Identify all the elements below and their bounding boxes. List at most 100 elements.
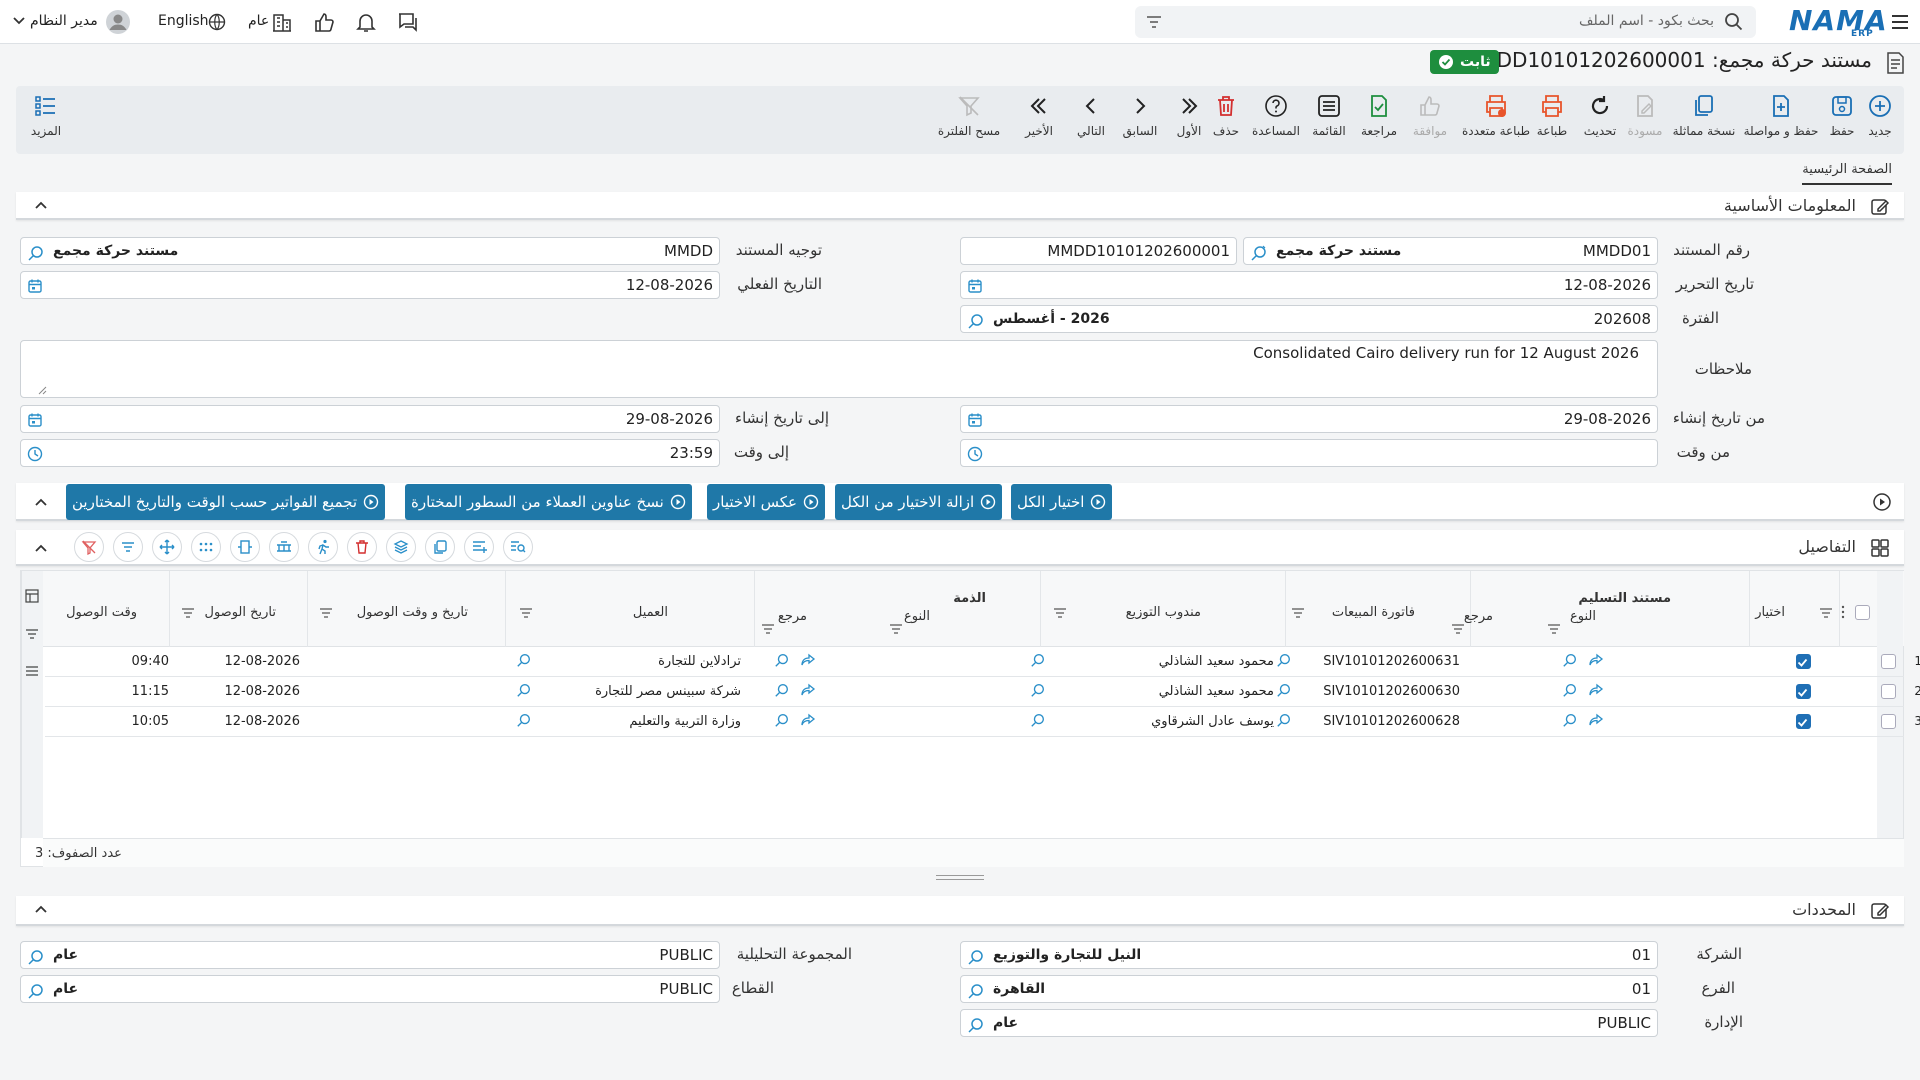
thumbs-up-icon[interactable] <box>312 10 336 34</box>
layers-icon[interactable] <box>386 532 416 562</box>
basic-info-header[interactable]: المعلومات الأساسية <box>16 192 1904 220</box>
new-button[interactable]: جديد <box>1858 92 1902 150</box>
column-filter-icon[interactable] <box>1291 607 1305 619</box>
more-button[interactable]: المزيد <box>26 92 66 150</box>
col-arrival-time[interactable]: وقت الوصول <box>66 605 137 620</box>
save-button[interactable]: حفظ <box>1822 92 1862 150</box>
actual-date-field[interactable]: 12-08-2026 <box>20 271 720 299</box>
col-type2[interactable]: النوع <box>904 609 930 624</box>
lookup-icon[interactable] <box>1276 682 1292 698</box>
bell-icon[interactable] <box>354 10 378 34</box>
col-select[interactable]: اختيار <box>1755 605 1785 620</box>
tab-main[interactable]: الصفحة الرئيسية <box>1802 162 1892 185</box>
lookup-icon[interactable] <box>1276 652 1292 668</box>
calendar-icon[interactable] <box>967 278 983 294</box>
analytic-group-field[interactable]: PUBLIC عام <box>20 941 720 969</box>
share-icon[interactable] <box>800 682 816 698</box>
notes-textarea[interactable]: Consolidated Cairo delivery run for 12 A… <box>20 340 1658 398</box>
print-button[interactable]: طباعة <box>1530 92 1574 150</box>
save-and-continue-button[interactable]: حفظ و مواصلة <box>1736 92 1826 150</box>
chat-icon[interactable] <box>396 10 420 34</box>
share-icon[interactable] <box>1588 712 1604 728</box>
chevron-up-icon[interactable] <box>34 198 48 212</box>
lookup-icon[interactable] <box>774 682 790 698</box>
select-all-button[interactable]: اختيار الكل <box>1011 484 1113 520</box>
col-type[interactable]: النوع <box>1570 609 1596 624</box>
column-filter-icon[interactable] <box>1053 607 1067 619</box>
approve-button[interactable]: موافقة <box>1404 92 1456 150</box>
lookup-icon[interactable] <box>1562 682 1578 698</box>
share-icon[interactable] <box>1588 652 1604 668</box>
lookup-icon[interactable] <box>967 312 985 330</box>
select-checkbox[interactable] <box>1796 714 1811 729</box>
customer-cell[interactable]: وزارة التربية والتعليم <box>629 714 741 729</box>
to-time-field[interactable]: 23:59 <box>20 439 720 467</box>
column-filter-icon[interactable] <box>519 607 533 619</box>
row-checkbox[interactable] <box>1881 684 1896 699</box>
previous-button[interactable]: السابق <box>1120 92 1160 150</box>
arrival-date-cell[interactable]: 12-08-2026 <box>224 684 300 699</box>
share-icon[interactable] <box>1588 682 1604 698</box>
lookup-icon[interactable] <box>516 682 532 698</box>
share-icon[interactable] <box>800 652 816 668</box>
invoice-cell[interactable]: SIV10101202600630 <box>1323 684 1460 699</box>
lookup-icon[interactable] <box>1276 712 1292 728</box>
lookup-icon[interactable] <box>1562 712 1578 728</box>
select-checkbox[interactable] <box>1796 684 1811 699</box>
user-name[interactable]: مدير النظام <box>30 13 98 29</box>
column-filter-icon[interactable] <box>1451 623 1465 635</box>
column-filter-icon[interactable] <box>1819 607 1833 619</box>
invoice-cell[interactable]: SIV10101202600631 <box>1323 654 1460 669</box>
table-settings-icon[interactable] <box>25 589 39 603</box>
dots-grid-icon[interactable] <box>191 532 221 562</box>
move-icon[interactable] <box>152 532 182 562</box>
panel-resize-handle[interactable] <box>936 875 984 880</box>
calendar-icon[interactable] <box>27 278 43 294</box>
trash-icon[interactable] <box>347 532 377 562</box>
arrival-time-cell[interactable]: 11:15 <box>132 684 169 699</box>
calendar-icon[interactable] <box>967 412 983 428</box>
clear-filter-button[interactable]: مسح الفلترة <box>934 92 1004 150</box>
select-all-checkbox[interactable] <box>1855 605 1870 620</box>
first-button[interactable]: الأول <box>1172 92 1206 150</box>
language-switch[interactable]: English <box>158 13 209 29</box>
table-row[interactable]: 3 SIV10101202600628 يوسف عادل الشرقاوي وزار… <box>45 707 1920 737</box>
from-time-field[interactable] <box>960 439 1658 467</box>
col-customer[interactable]: العميل <box>633 605 668 620</box>
rep-cell[interactable]: محمود سعيد الشاذلي <box>1159 684 1274 699</box>
copy-icon[interactable] <box>425 532 455 562</box>
row-checkbox[interactable] <box>1881 654 1896 669</box>
company-field[interactable]: 01 النيل للتجارة والتوزيع <box>960 941 1658 969</box>
filter-icon[interactable] <box>1145 13 1163 31</box>
arrival-date-cell[interactable]: 12-08-2026 <box>224 714 300 729</box>
group-invoices-button[interactable]: تجميع الفواتير حسب الوقت والتاريخ المختا… <box>66 484 386 520</box>
column-filter-icon[interactable] <box>319 607 333 619</box>
resize-handle-icon[interactable] <box>37 385 47 395</box>
select-checkbox[interactable] <box>1796 654 1811 669</box>
arrival-time-cell[interactable]: 10:05 <box>132 714 169 729</box>
last-button[interactable]: الأخير <box>1022 92 1056 150</box>
invert-selection-button[interactable]: عكس الاختيار <box>707 484 825 520</box>
lookup-icon[interactable] <box>516 652 532 668</box>
scope-label[interactable]: عام <box>248 13 269 29</box>
play-circle-icon[interactable] <box>1872 492 1892 512</box>
lookup-icon[interactable] <box>774 712 790 728</box>
chevron-up-icon[interactable] <box>34 541 48 555</box>
table-row[interactable]: 1 SIV10101202600631 محمود سعيد الشاذلي تراد… <box>45 647 1920 677</box>
filter-off-icon[interactable] <box>74 532 104 562</box>
lookup-icon[interactable] <box>516 712 532 728</box>
lookup-icon[interactable] <box>1250 244 1268 262</box>
column-filter-icon[interactable] <box>889 623 903 635</box>
chevron-up-icon[interactable] <box>34 902 48 916</box>
delete-button[interactable]: حذف <box>1210 92 1242 150</box>
avatar[interactable] <box>106 10 130 34</box>
filter-lines-icon[interactable] <box>113 532 143 562</box>
clock-icon[interactable] <box>967 446 983 462</box>
col-arrival-date[interactable]: تاريخ الوصول <box>205 605 277 620</box>
search-input[interactable]: بحث بكود - اسم الملف <box>1135 6 1756 38</box>
next-button[interactable]: التالي <box>1074 92 1108 150</box>
chevron-down-icon[interactable] <box>12 14 26 28</box>
rep-cell[interactable]: محمود سعيد الشاذلي <box>1159 654 1274 669</box>
col-arrival-datetime[interactable]: تاريخ و وقت الوصول <box>357 605 468 620</box>
column-menu-icon[interactable] <box>1841 605 1845 619</box>
